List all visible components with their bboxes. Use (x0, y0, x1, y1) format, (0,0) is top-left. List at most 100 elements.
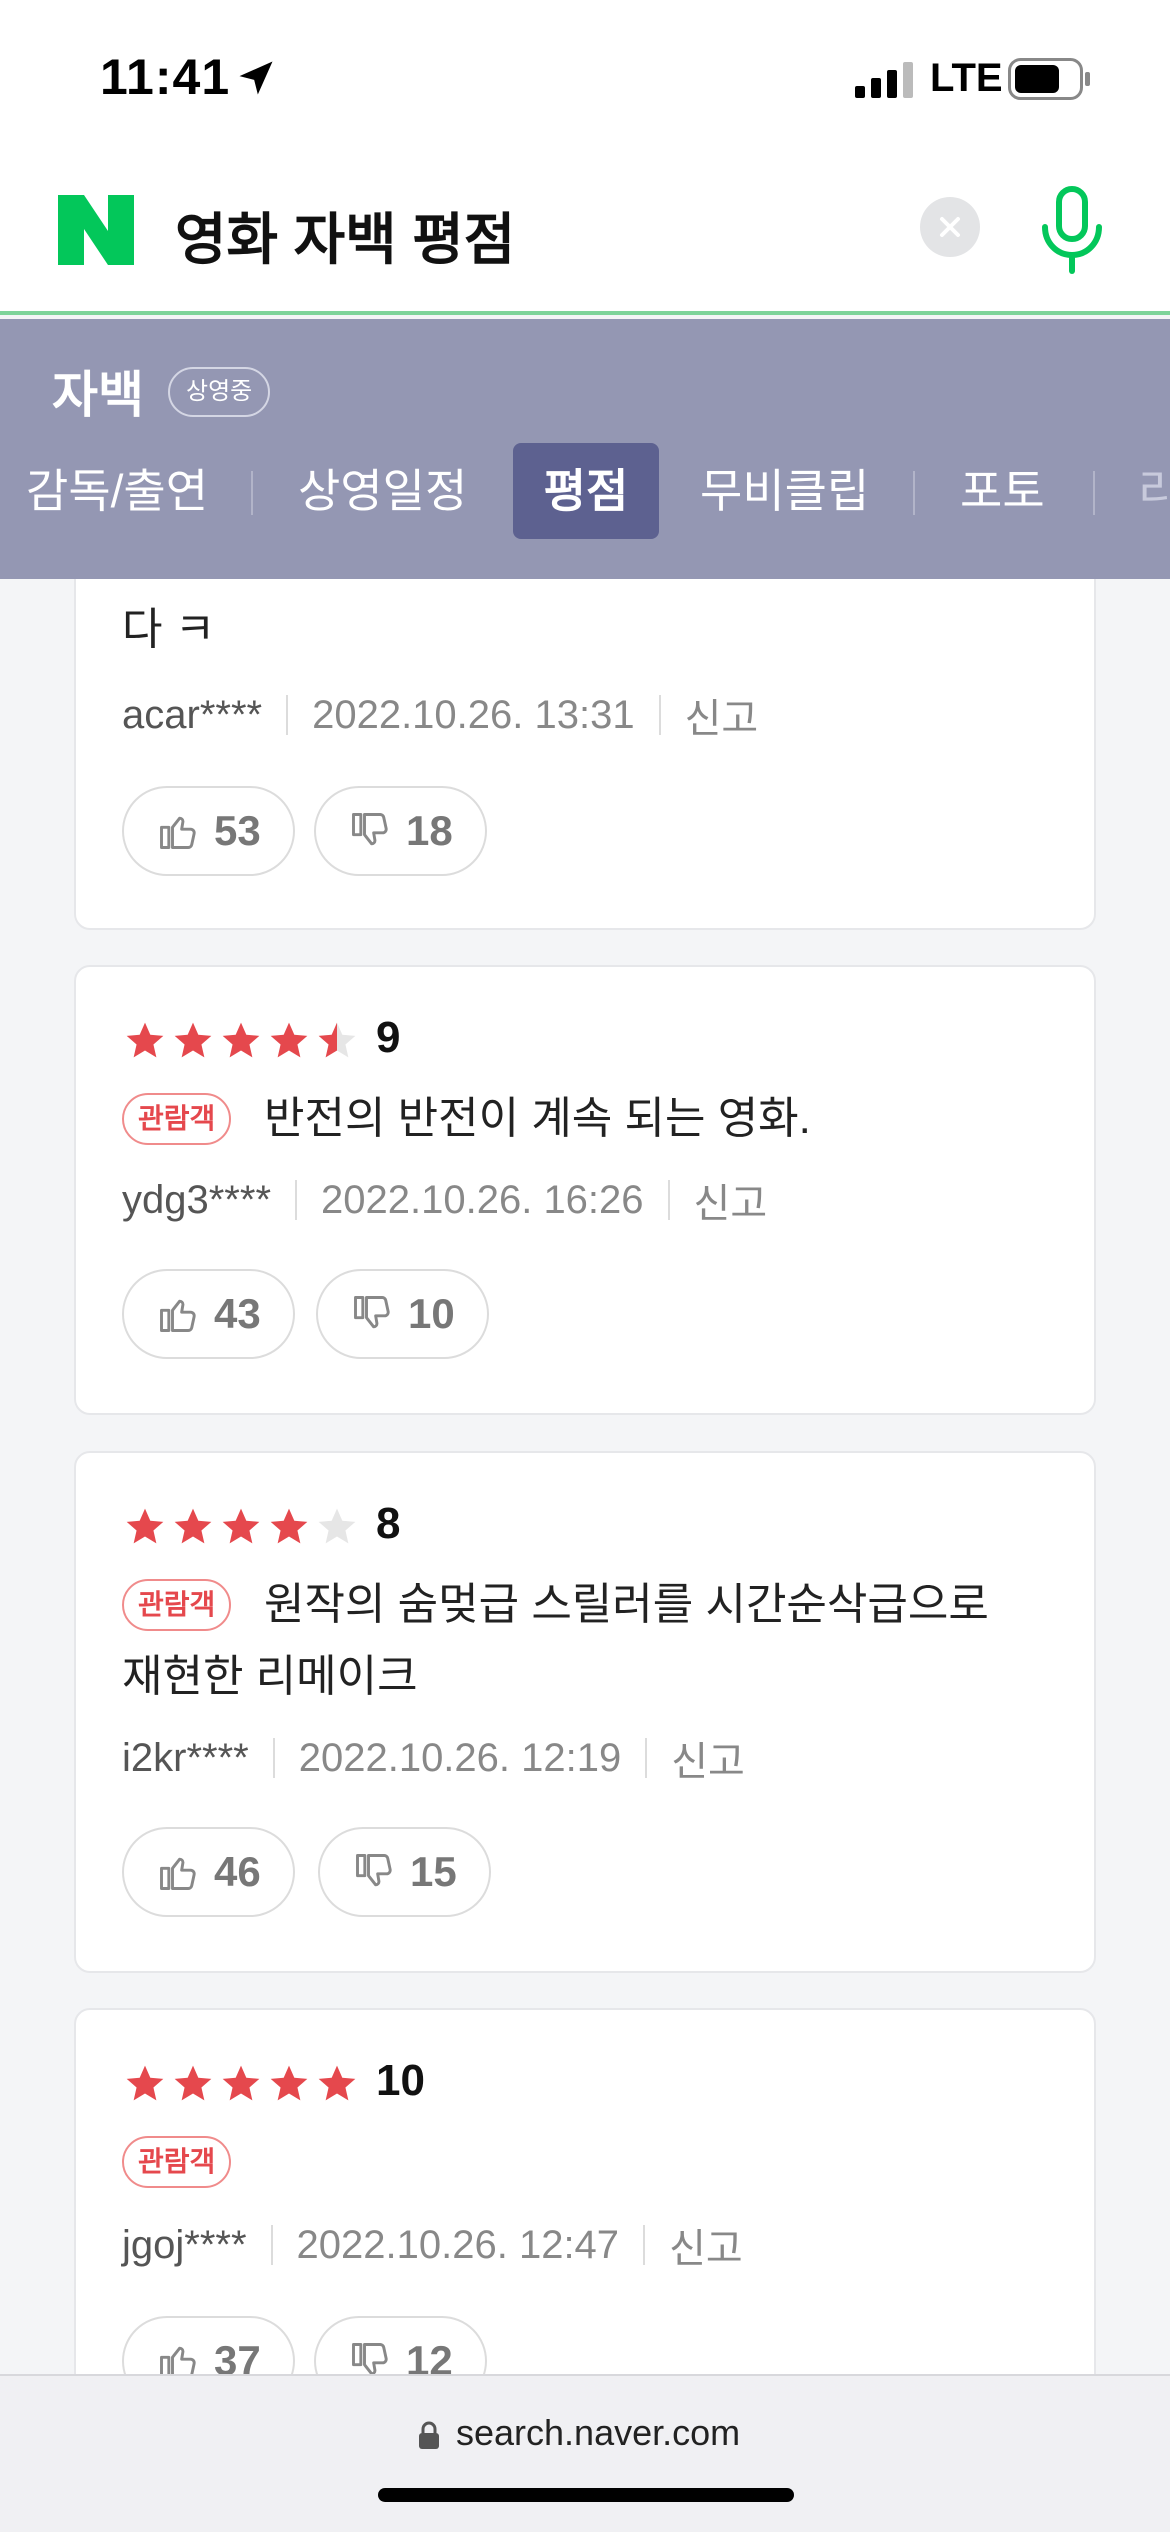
review-user: acar**** (122, 692, 263, 737)
review-score: 10 (376, 2056, 425, 2105)
dislike-count: 18 (406, 807, 453, 854)
review-date: 2022.10.26. 12:19 (298, 1735, 622, 1780)
star-rating (122, 1505, 362, 1549)
browser-url-bar[interactable]: search.naver.com (0, 2374, 1170, 2532)
star-full-icon (318, 2065, 356, 2101)
thumbs-up-icon (160, 1299, 196, 1332)
star-full-icon (222, 1508, 260, 1544)
star-full-icon (174, 2065, 212, 2101)
dislike-button[interactable]: 15 (318, 1827, 491, 1917)
review-meta: i2kr**** 2022.10.26. 12:19 신고 (122, 1729, 745, 1787)
review-meta: ydg3**** 2022.10.26. 16:26 신고 (122, 1171, 767, 1229)
audience-badge: 관람객 (122, 1093, 232, 1145)
review-date: 2022.10.26. 16:26 (321, 1177, 644, 1222)
audience-badge: 관람객 (122, 2136, 232, 2188)
divider (286, 695, 289, 735)
tab-divider (913, 471, 915, 515)
review-meta: acar**** 2022.10.26. 13:31 신고 (122, 686, 758, 744)
status-bar: 11:41 LTE (0, 0, 1170, 155)
review-meta: jgoj**** 2022.10.26. 12:47 신고 (122, 2216, 743, 2274)
tab-movie-clips[interactable]: 무비클립 (700, 443, 869, 539)
movie-header: 자백 상영중 감독/출연 상영일정 평점 무비클립 포토 리 (0, 319, 1170, 579)
tab-cast[interactable]: 감독/출연 (26, 443, 208, 539)
thumbs-down-icon (356, 1854, 392, 1887)
tab-divider (1093, 471, 1095, 515)
review-date: 2022.10.26. 12:47 (296, 2222, 620, 2267)
location-arrow-icon (239, 61, 273, 95)
like-count: 53 (214, 807, 261, 854)
cellular-signal-icon (855, 62, 913, 98)
like-button[interactable]: 43 (122, 1269, 295, 1359)
like-count: 43 (214, 1290, 261, 1337)
like-button[interactable]: 46 (122, 1827, 295, 1917)
review-card: 9 관람객 반전의 반전이 계속 되는 영화. ydg3**** 2022.10… (74, 965, 1096, 1415)
clear-search-button[interactable] (920, 197, 980, 257)
search-header: 영화 자백 평점 (0, 155, 1170, 315)
tab-more[interactable]: 리 (1138, 443, 1170, 539)
star-full-icon (174, 1022, 212, 1058)
star-rating (122, 1019, 362, 1063)
close-icon (940, 217, 960, 237)
star-full-icon (126, 2065, 164, 2101)
star-full-icon (174, 1508, 212, 1544)
star-empty-icon (318, 1508, 356, 1544)
tab-ratings[interactable]: 평점 (513, 443, 659, 539)
star-full-icon (270, 2065, 308, 2101)
star-full-icon (126, 1022, 164, 1058)
like-count: 46 (214, 1848, 261, 1895)
audience-badge: 관람객 (122, 1579, 232, 1631)
divider (270, 2225, 273, 2265)
thumbs-down-icon (352, 813, 388, 846)
tab-schedule[interactable]: 상영일정 (298, 443, 467, 539)
report-link[interactable]: 신고 (669, 2216, 743, 2274)
lock-icon (419, 2421, 439, 2449)
review-text: 원작의 숨멎급 스릴러를 시간순삭급으로 (264, 1580, 989, 1629)
divider (295, 1180, 298, 1220)
tab-divider (251, 471, 253, 515)
star-full-icon (126, 1508, 164, 1544)
review-text-line2: 재현한 리메이크 (122, 1652, 418, 1701)
dislike-count: 10 (408, 1290, 455, 1337)
dislike-button[interactable]: 18 (314, 786, 487, 876)
microphone-icon[interactable] (1035, 185, 1109, 275)
review-text: 반전의 반전이 계속 되는 영화. (264, 1094, 811, 1143)
thumbs-down-icon (354, 1296, 390, 1329)
star-full-icon (222, 1022, 260, 1058)
divider (643, 2225, 646, 2265)
movie-tabs: 감독/출연 상영일정 평점 무비클립 포토 리 (0, 443, 1170, 539)
star-full-icon (270, 1022, 308, 1058)
review-text: 다 ㅋ (122, 605, 216, 654)
review-user: ydg3**** (122, 1177, 272, 1222)
search-query[interactable]: 영화 자백 평점 (175, 195, 515, 276)
dislike-count: 15 (410, 1848, 457, 1895)
battery-icon (1008, 58, 1090, 100)
review-card: 8 관람객 원작의 숨멎급 스릴러를 시간순삭급으로 재현한 리메이크 i2kr… (74, 1451, 1096, 1973)
star-full-icon (270, 1508, 308, 1544)
naver-logo-icon[interactable] (58, 195, 134, 265)
thumbs-up-icon (160, 1857, 196, 1890)
url-text[interactable]: search.naver.com (456, 2412, 740, 2454)
showing-status-badge: 상영중 (168, 367, 271, 417)
review-date: 2022.10.26. 13:31 (312, 692, 635, 737)
star-full-icon (222, 2065, 260, 2101)
network-type: LTE (930, 56, 1003, 100)
clock: 11:41 (100, 49, 231, 105)
report-link[interactable]: 신고 (694, 1171, 768, 1229)
divider (667, 1180, 670, 1220)
divider (272, 1738, 275, 1778)
divider (658, 695, 661, 735)
home-indicator[interactable] (378, 2488, 794, 2502)
star-half-icon (318, 1022, 356, 1058)
divider (645, 1738, 648, 1778)
review-score: 8 (376, 1499, 401, 1548)
movie-title[interactable]: 자백 (52, 355, 144, 427)
review-user: i2kr**** (122, 1735, 249, 1780)
like-button[interactable]: 53 (122, 786, 295, 876)
review-score: 9 (376, 1013, 401, 1062)
report-link[interactable]: 신고 (685, 686, 759, 744)
dislike-button[interactable]: 10 (316, 1269, 489, 1359)
thumbs-up-icon (160, 816, 196, 849)
tab-photos[interactable]: 포토 (960, 443, 1045, 539)
report-link[interactable]: 신고 (671, 1729, 745, 1787)
review-user: jgoj**** (122, 2222, 247, 2267)
